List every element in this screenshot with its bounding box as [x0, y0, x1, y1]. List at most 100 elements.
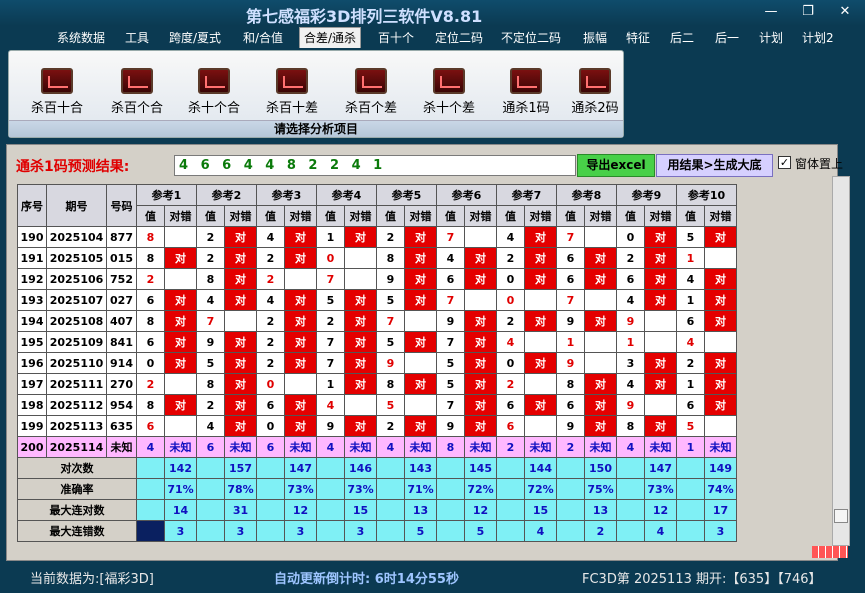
ref-value: 2 — [256, 352, 285, 374]
window-topmost-label: 窗体置上 — [795, 157, 844, 171]
stats-row: 最大连错数 3 3 3 3 5 5 4 2 4 3 — [17, 520, 737, 542]
row-seq: 190 — [17, 226, 47, 248]
close-icon[interactable]: ✕ — [836, 5, 854, 19]
ref-value: 6 — [136, 331, 165, 353]
pred-status: 未知 — [284, 436, 317, 458]
ribbon-button[interactable]: 杀十个合 — [179, 68, 249, 118]
column-header: 期号 — [46, 184, 107, 227]
ribbon-button[interactable]: 杀百个合 — [102, 68, 172, 118]
ribbon-button[interactable]: 杀百十差 — [257, 68, 327, 118]
table-row: 199 2025113 635 6 4 对 0 对 9 对 2 对 9 对 6 9 对 8 对 5 — [17, 415, 737, 437]
stats-spacer — [316, 520, 345, 542]
ref-value: 1 — [616, 331, 645, 353]
chart-icon — [510, 68, 542, 94]
ref-value: 8 — [376, 373, 405, 395]
reference-header: 参考7 — [496, 184, 557, 206]
stats-label: 最大连对数 — [17, 499, 137, 521]
row-seq: 197 — [17, 373, 47, 395]
vertical-scrollbar[interactable] — [832, 176, 850, 546]
row-seq: 195 — [17, 331, 47, 353]
ribbon-button[interactable]: 通杀2码 — [560, 68, 630, 118]
table-row: 191 2025105 015 8 对 2 对 2 对 0 8 对 4 对 2 对 6 对 2 对 1 — [17, 247, 737, 269]
ribbon-button[interactable]: 杀百十合 — [22, 68, 92, 118]
ref-result-empty — [644, 310, 677, 332]
stats-spacer — [136, 499, 165, 521]
menu-item[interactable]: 系统数据 — [57, 29, 105, 46]
row-issue: 2025114 — [46, 436, 107, 458]
ref-result-empty — [704, 247, 737, 269]
stats-spacer — [196, 457, 225, 479]
stats-value: 13 — [584, 499, 617, 521]
menu-item[interactable]: 百十个 — [378, 29, 414, 46]
menu-item[interactable]: 后一 — [715, 29, 739, 46]
ribbon-button[interactable]: 杀十个差 — [414, 68, 484, 118]
ref-result-ok: 对 — [464, 310, 497, 332]
stats-spacer — [496, 457, 525, 479]
chart-icon — [276, 68, 308, 94]
stats-value: 5 — [404, 520, 437, 542]
menu-item[interactable]: 计划2 — [802, 29, 834, 46]
ribbon-button-label: 通杀1码 — [502, 101, 550, 116]
stats-value: 3 — [344, 520, 377, 542]
row-issue: 2025105 — [46, 247, 107, 269]
ref-value: 7 — [556, 226, 585, 248]
ref-result-ok: 对 — [584, 373, 617, 395]
stats-value: 31 — [224, 499, 257, 521]
prediction-label: 通杀1码预测结果: — [16, 159, 130, 175]
restore-icon[interactable]: ❐ — [799, 5, 817, 19]
minimize-icon[interactable]: — — [762, 5, 780, 19]
ref-result-ok: 对 — [164, 247, 197, 269]
ref-value: 0 — [496, 268, 525, 290]
ref-result-empty — [644, 331, 677, 353]
reference-header: 参考5 — [376, 184, 437, 206]
ref-value: 7 — [316, 268, 345, 290]
ref-result-ok: 对 — [284, 289, 317, 311]
ref-value: 8 — [136, 394, 165, 416]
reference-header: 参考3 — [256, 184, 317, 206]
stats-value: 73% — [284, 478, 317, 500]
menu-item[interactable]: 不定位二码 — [501, 29, 561, 46]
row-seq: 193 — [17, 289, 47, 311]
ribbon-button[interactable]: 杀百个差 — [336, 68, 406, 118]
pred-status: 未知 — [164, 436, 197, 458]
menu-item[interactable]: 跨度/夏式 — [169, 29, 221, 46]
prediction-result-field[interactable]: 4 6 6 4 4 8 2 2 4 1 — [174, 155, 576, 176]
reference-header: 参考1 — [136, 184, 197, 206]
pred-status: 未知 — [464, 436, 497, 458]
menu-item[interactable]: 工具 — [125, 29, 149, 46]
scroll-thumb[interactable] — [834, 509, 848, 523]
row-issue: 2025113 — [46, 415, 107, 437]
menu-item[interactable]: 计划 — [759, 29, 783, 46]
ref-value: 9 — [436, 415, 465, 437]
ref-result-ok: 对 — [704, 289, 737, 311]
ref-value: 6 — [556, 394, 585, 416]
ribbon-button[interactable]: 通杀1码 — [491, 68, 561, 118]
menu-item[interactable]: 特征 — [626, 29, 650, 46]
chart-icon — [355, 68, 387, 94]
stats-spacer — [316, 478, 345, 500]
ref-value: 2 — [136, 373, 165, 395]
ref-value: 6 — [676, 394, 705, 416]
ref-value: 8 — [196, 268, 225, 290]
menu-item[interactable]: 和/合值 — [243, 29, 283, 46]
window-topmost-checkbox[interactable]: ✓ — [778, 156, 791, 169]
ref-result-ok: 对 — [284, 247, 317, 269]
stats-value: 3 — [704, 520, 737, 542]
stats-spacer — [256, 520, 285, 542]
menu-item[interactable]: 振幅 — [583, 29, 607, 46]
row-seq: 200 — [17, 436, 47, 458]
ref-result-ok: 对 — [524, 247, 557, 269]
stats-spacer — [376, 457, 405, 479]
ref-result-ok: 对 — [404, 373, 437, 395]
generate-base-button[interactable]: 用结果>生成大底 — [656, 154, 773, 177]
ref-value: 2 — [196, 247, 225, 269]
ref-value: 5 — [316, 289, 345, 311]
ref-value: 9 — [556, 310, 585, 332]
menu-item[interactable]: 后二 — [670, 29, 694, 46]
ref-value: 1 — [676, 247, 705, 269]
reference-header: 参考8 — [556, 184, 617, 206]
menu-item[interactable]: 定位二码 — [435, 29, 483, 46]
menu-item[interactable]: 合差/通杀 — [299, 27, 362, 48]
export-excel-button[interactable]: 导出excel — [577, 154, 655, 177]
ref-result-ok: 对 — [464, 352, 497, 374]
